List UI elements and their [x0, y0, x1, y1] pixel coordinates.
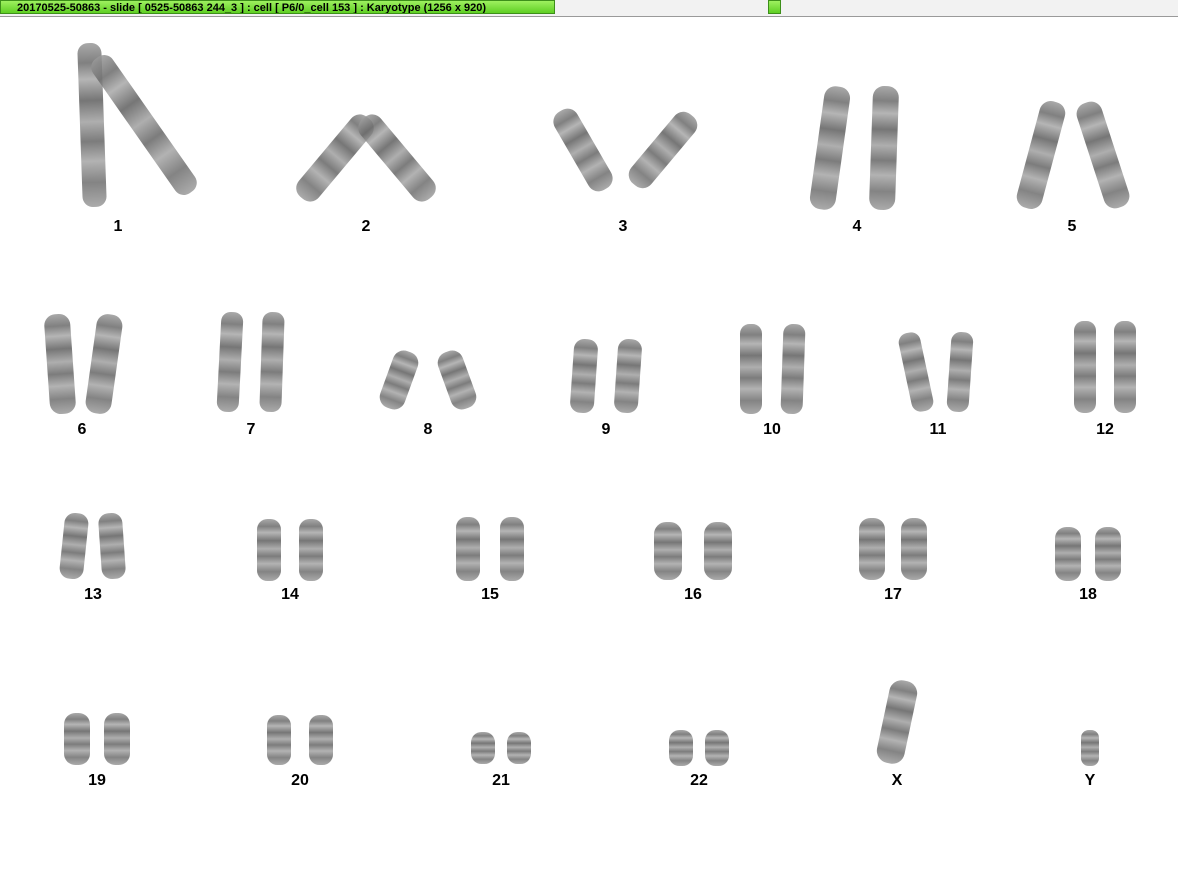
karyogram-canvas: 1 2 3 4 56 7 8 9 10 11 1213 14 15 16 17 1819 20 21 22 X Y: [44, 42, 1136, 789]
chromosome-6-a: [44, 313, 76, 415]
chromosome-16-a: [654, 522, 682, 580]
chromosome-17-a: [859, 518, 885, 580]
chromosome-7-b: [259, 311, 285, 413]
chromosome-15-b: [500, 517, 524, 581]
chromosome-9-a: [570, 338, 598, 414]
chromosome-19-a: [64, 713, 90, 765]
chromosome-20-a: [267, 715, 291, 765]
chromosome-12-b: [1114, 321, 1136, 413]
chromosome-4-a: [809, 86, 851, 210]
title-bar-marker[interactable]: [768, 0, 781, 14]
chromosome-1-a: [77, 42, 107, 208]
window-title-bar: 20170525-50863 - slide [ 0525-50863 244_…: [0, 0, 1178, 17]
chromosome-9-b: [614, 338, 642, 414]
chromosome-5-b: [1076, 101, 1130, 209]
chromosome-3-b: [628, 111, 698, 189]
chromosome-5-a: [1016, 101, 1066, 209]
chromosome-2-b: [358, 114, 436, 202]
chromosome-label-15: 15: [481, 586, 499, 603]
chromosome-12-a: [1074, 321, 1096, 413]
chromosome-label-18: 18: [1079, 586, 1097, 603]
chromosome-label-7: 7: [247, 421, 256, 438]
chromosome-17-b: [901, 518, 927, 580]
chromosome-22-a: [669, 730, 693, 766]
chromosome-16-b: [704, 522, 732, 580]
chromosome-label-14: 14: [281, 586, 299, 603]
chromosome-21-a: [471, 732, 495, 764]
chromosome-Y: [1081, 730, 1099, 766]
chromosome-2-a: [296, 114, 374, 202]
chromosome-label-4: 4: [853, 218, 862, 235]
chromosome-8-b: [437, 350, 477, 410]
chromosome-10-a: [740, 324, 762, 414]
chromosome-layer: [44, 42, 1136, 766]
chromosome-14-b: [299, 519, 323, 581]
chromosome-label-8: 8: [424, 421, 433, 438]
chromosome-label-22: 22: [690, 772, 708, 789]
chromosome-7-a: [216, 311, 244, 413]
chromosome-13-b: [98, 512, 126, 580]
chromosome-label-9: 9: [602, 421, 611, 438]
chromosome-18-b: [1095, 527, 1121, 581]
chromosome-19-b: [104, 713, 130, 765]
chromosome-11-a: [898, 332, 934, 412]
chromosome-label-10: 10: [763, 421, 781, 438]
chromosome-label-19: 19: [88, 772, 106, 789]
chromosome-14-a: [257, 519, 281, 581]
chromosome-21-b: [507, 732, 531, 764]
chromosome-label-16: 16: [684, 586, 702, 603]
chromosome-11-b: [946, 331, 974, 413]
chromosome-3-a: [553, 108, 613, 192]
chromosome-label-11: 11: [930, 421, 947, 438]
chromosome-22-b: [705, 730, 729, 766]
chromosome-label-21: 21: [492, 772, 510, 789]
chromosome-label-17: 17: [884, 586, 902, 603]
chromosome-label-Y: Y: [1085, 772, 1096, 789]
chromosome-20-b: [309, 715, 333, 765]
chromosome-label-12: 12: [1096, 421, 1114, 438]
chromosome-label-5: 5: [1068, 218, 1077, 235]
chromosome-18-a: [1055, 527, 1081, 581]
chromosome-label-3: 3: [619, 218, 628, 235]
chromosome-label-1: 1: [114, 218, 123, 235]
chromosome-label-13: 13: [84, 586, 102, 603]
chromosome-6-b: [85, 314, 123, 414]
chromosome-label-20: 20: [291, 772, 309, 789]
chromosome-label-2: 2: [362, 218, 371, 235]
chromosome-1-b: [91, 55, 197, 195]
chromosome-label-X: X: [892, 772, 903, 789]
chromosome-8-a: [379, 350, 419, 410]
chromosome-label-6: 6: [78, 421, 87, 438]
chromosome-15-a: [456, 517, 480, 581]
window-title[interactable]: 20170525-50863 - slide [ 0525-50863 244_…: [0, 0, 555, 14]
chromosome-X: [876, 680, 918, 764]
chromosome-10-b: [780, 323, 806, 415]
chromosome-4-b: [869, 85, 899, 211]
chromosome-13-a: [59, 512, 89, 580]
